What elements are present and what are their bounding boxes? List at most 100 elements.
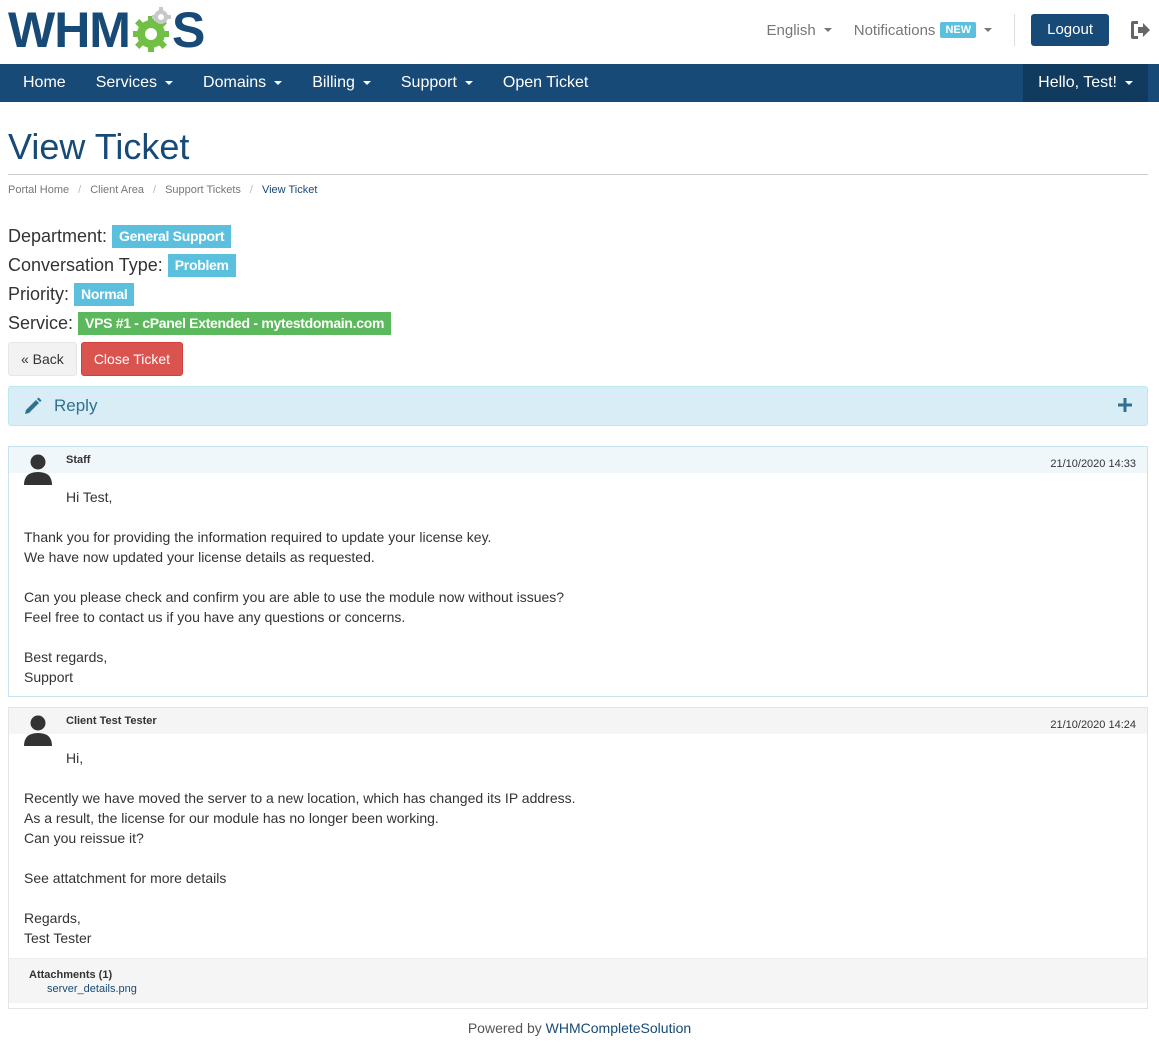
- ticket-service: Service: VPS #1 - cPanel Extended - myte…: [8, 311, 392, 335]
- priority-label: Priority:: [8, 283, 70, 304]
- caret-down-icon: [362, 81, 371, 85]
- message-body: Hi, Recently we have moved the server to…: [9, 734, 1147, 958]
- plus-icon[interactable]: [1117, 397, 1133, 413]
- top-links: English Notifications NEW Logout: [767, 14, 1151, 46]
- ticket-priority: Priority: Normal: [8, 282, 135, 306]
- pencil-icon: [25, 397, 42, 414]
- user-avatar-icon: [24, 454, 52, 485]
- account-menu[interactable]: Hello, Test!: [1023, 64, 1148, 102]
- footer-prefix: Powered by: [467, 1020, 542, 1036]
- priority-badge: Normal: [74, 282, 135, 306]
- breadcrumb-client-area[interactable]: Client Area: [90, 184, 144, 196]
- caret-down-icon: [823, 28, 832, 32]
- message-line: Thank you for providing the information …: [24, 529, 492, 545]
- caret-down-icon: [984, 28, 993, 32]
- account-greeting: Hello, Test!: [1038, 74, 1117, 91]
- message-line: Test Tester: [24, 930, 92, 946]
- message-line: [24, 507, 1132, 527]
- breadcrumb-separator: /: [78, 184, 82, 196]
- notifications-new-badge: NEW: [940, 22, 977, 38]
- title-divider: [8, 174, 1148, 175]
- header: WHM S English Notifications NEW Logout: [0, 0, 1159, 64]
- nav-services[interactable]: Services: [81, 64, 188, 102]
- message-body: Hi Test, Thank you for providing the inf…: [9, 473, 1147, 697]
- ticket-message-staff: Staff 21/10/2020 14:33 Hi Test, Thank yo…: [8, 446, 1148, 697]
- caret-down-icon: [274, 81, 283, 85]
- message-header: Client Test Tester 21/10/2020 14:24: [9, 708, 1147, 746]
- header-divider: [1014, 14, 1016, 46]
- message-author: Client Test Tester: [66, 715, 157, 727]
- close-ticket-button[interactable]: Close Ticket: [80, 342, 184, 376]
- message-line: [24, 567, 1132, 587]
- nav-domains-label: Domains: [203, 74, 267, 91]
- message-header: Staff 21/10/2020 14:33: [9, 447, 1147, 485]
- caret-down-icon: [1125, 81, 1133, 85]
- logo-text-right: S: [171, 2, 205, 58]
- nav-services-label: Services: [95, 74, 158, 91]
- nav-home-label: Home: [23, 74, 66, 91]
- message-line: Regards,: [24, 910, 81, 926]
- message-line: Best regards,: [24, 649, 108, 665]
- language-label: English: [766, 21, 816, 39]
- message-date: 21/10/2020 14:33: [1050, 458, 1136, 470]
- message-line: Can you reissue it?: [24, 830, 144, 846]
- ticket-department: Department: General Support: [8, 224, 232, 248]
- nav-domains[interactable]: Domains: [188, 64, 297, 102]
- nav-support-label: Support: [400, 74, 457, 91]
- reply-panel[interactable]: Reply: [8, 386, 1148, 426]
- breadcrumb-support-tickets[interactable]: Support Tickets: [165, 184, 241, 196]
- nav-open-ticket[interactable]: Open Ticket: [488, 64, 603, 102]
- ticket-actions: « Back Close Ticket: [8, 342, 184, 376]
- nav-home[interactable]: Home: [8, 64, 81, 102]
- nav-billing[interactable]: Billing: [297, 64, 386, 102]
- service-label: Service:: [8, 312, 74, 333]
- notifications-dropdown[interactable]: Notifications NEW: [853, 21, 993, 39]
- back-button[interactable]: « Back: [8, 342, 77, 376]
- message-line: Support: [24, 669, 74, 685]
- caret-down-icon: [165, 81, 174, 85]
- attachments-title: Attachments (1): [29, 969, 113, 981]
- message-line: Can you please check and confirm you are…: [24, 589, 565, 605]
- service-badge: VPS #1 - cPanel Extended - mytestdomain.…: [78, 311, 392, 335]
- message-author: Staff: [66, 454, 91, 466]
- breadcrumb-portal-home[interactable]: Portal Home: [8, 184, 69, 196]
- logout-button[interactable]: Logout: [1031, 14, 1109, 46]
- department-badge: General Support: [112, 224, 232, 248]
- message-line: [24, 768, 1132, 788]
- page-title: View Ticket: [8, 126, 190, 167]
- footer-link[interactable]: WHMCompleteSolution: [546, 1020, 692, 1036]
- language-dropdown[interactable]: English: [767, 22, 832, 39]
- message-line: Feel free to contact us if you have any …: [24, 609, 406, 625]
- user-avatar-icon: [24, 715, 52, 746]
- ticket-conversation-type: Conversation Type: Problem: [8, 253, 236, 277]
- gear-logo-icon: [132, 7, 171, 52]
- message-line: [24, 888, 1132, 908]
- conversation-type-badge: Problem: [167, 253, 236, 277]
- message-line: As a result, the license for our module …: [24, 810, 439, 826]
- conversation-type-label: Conversation Type:: [8, 254, 163, 275]
- footer: Powered by WHMCompleteSolution: [0, 1020, 1159, 1036]
- ticket-message-client: Client Test Tester 21/10/2020 14:24 Hi, …: [8, 707, 1148, 1009]
- nav-open-ticket-label: Open Ticket: [502, 74, 589, 91]
- message-line: [24, 627, 1132, 647]
- nav-support[interactable]: Support: [386, 64, 488, 102]
- breadcrumb-separator: /: [153, 184, 157, 196]
- breadcrumb-view-ticket: View Ticket: [261, 184, 318, 196]
- logo[interactable]: WHM S: [8, 2, 205, 58]
- message-line: [24, 848, 1132, 868]
- sign-out-icon[interactable]: [1129, 20, 1151, 40]
- message-line: Recently we have moved the server to a n…: [24, 790, 576, 806]
- notifications-label: Notifications: [853, 21, 936, 39]
- attachments: Attachments (1) server_details.png: [9, 958, 1147, 1003]
- reply-label: Reply: [54, 396, 98, 415]
- message-line: We have now updated your license details…: [24, 549, 375, 565]
- breadcrumb: Portal Home / Client Area / Support Tick…: [8, 184, 317, 196]
- message-line: Hi Test,: [66, 489, 113, 505]
- breadcrumb-separator: /: [249, 184, 253, 196]
- message-date: 21/10/2020 14:24: [1050, 719, 1136, 731]
- nav-billing-label: Billing: [312, 74, 355, 91]
- logo-text-left: WHM: [8, 2, 131, 58]
- attachment-link[interactable]: server_details.png: [47, 983, 1127, 995]
- main-navbar: Home Services Domains Billing Support Op…: [0, 64, 1159, 102]
- department-label: Department:: [8, 225, 108, 246]
